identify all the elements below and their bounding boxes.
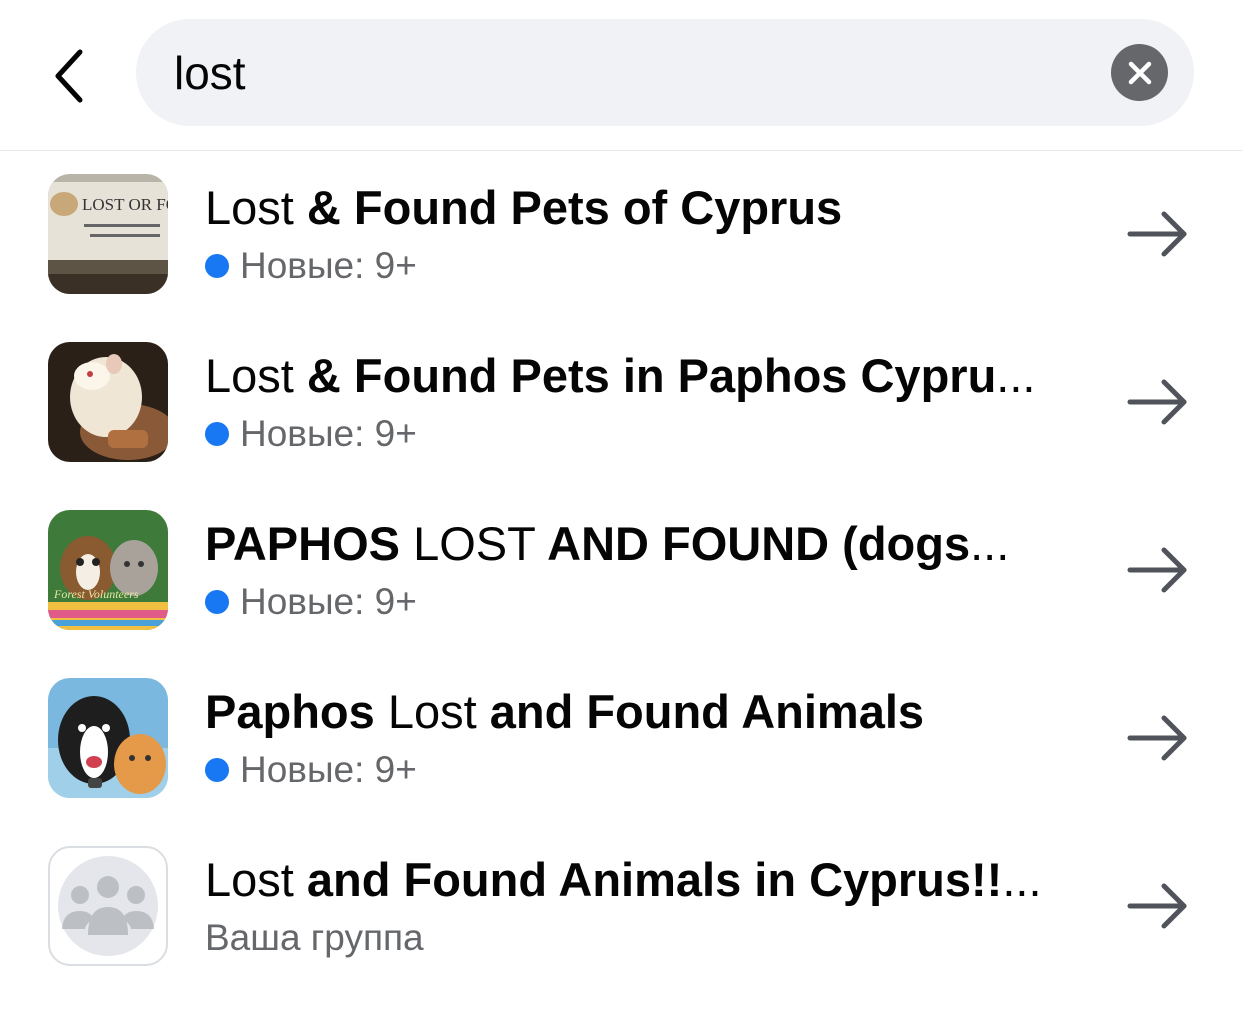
title-part: ... <box>1002 853 1042 906</box>
arrow-right-icon <box>1127 715 1187 761</box>
result-subtitle: Новые: 9+ <box>205 412 417 456</box>
open-group-button[interactable] <box>1123 206 1193 262</box>
result-row[interactable]: Forest Volunteers PAPHOS LOST AND FOUND … <box>0 487 1242 655</box>
close-icon <box>1128 61 1151 84</box>
title-part: Lost <box>205 181 294 234</box>
clear-search-button[interactable] <box>1111 44 1168 101</box>
open-group-button[interactable] <box>1123 374 1193 430</box>
result-row[interactable]: Lost & Found Pets in Paphos Cypru... Нов… <box>0 319 1242 487</box>
back-button[interactable] <box>40 36 100 116</box>
search-bar[interactable] <box>136 19 1194 126</box>
unread-dot <box>205 758 229 782</box>
result-row[interactable]: LOST OR FOUND Lost & Found Pets of Cypru… <box>0 151 1242 319</box>
new-posts-count: Новые: 9+ <box>240 749 417 790</box>
open-group-button[interactable] <box>1123 878 1193 934</box>
open-group-button[interactable] <box>1123 542 1193 598</box>
title-part: Lost <box>205 349 294 402</box>
result-row[interactable]: Paphos Lost and Found Animals Новые: 9+ <box>0 655 1242 823</box>
title-part: LOST <box>413 517 536 570</box>
result-subtitle: Новые: 9+ <box>205 244 417 288</box>
result-row[interactable]: Lost and Found Animals in Cyprus!!... Ва… <box>0 823 1242 991</box>
membership-label: Ваша группа <box>205 917 424 958</box>
result-subtitle: Ваша группа <box>205 916 424 960</box>
group-people-icon <box>62 876 154 935</box>
chevron-left-icon <box>55 49 83 103</box>
title-part: and Found Animals <box>476 685 925 738</box>
group-avatar <box>48 342 168 462</box>
result-title: Lost & Found Pets of Cyprus <box>205 179 1095 237</box>
search-results-list: LOST OR FOUND Lost & Found Pets of Cypru… <box>0 151 1242 991</box>
title-part: Paphos <box>205 685 388 738</box>
result-subtitle: Новые: 9+ <box>205 580 417 624</box>
result-title: PAPHOS LOST AND FOUND (dogs... <box>205 515 1095 573</box>
arrow-right-icon <box>1127 883 1187 929</box>
unread-dot <box>205 590 229 614</box>
group-avatar: LOST OR FOUND <box>48 174 168 294</box>
thumbnail-sign-text: LOST OR FOUND <box>82 195 168 214</box>
group-avatar-placeholder <box>48 846 168 966</box>
result-title: Paphos Lost and Found Animals <box>205 683 1095 741</box>
group-avatar <box>48 678 168 798</box>
unread-dot <box>205 422 229 446</box>
title-part: Lost <box>387 685 477 738</box>
title-part: & Found Pets of Cyprus <box>293 181 843 234</box>
unread-dot <box>205 254 229 278</box>
title-part: and Found Animals in Cyprus!! <box>293 853 1003 906</box>
arrow-right-icon <box>1127 379 1187 425</box>
avatar-circle <box>58 856 158 956</box>
title-part: & Found Pets in Paphos Cypru <box>293 349 997 402</box>
arrow-right-icon <box>1127 547 1187 593</box>
title-part: Lost <box>205 853 294 906</box>
svg-text:Forest Volunteers: Forest Volunteers <box>53 587 139 601</box>
result-subtitle: Новые: 9+ <box>205 748 417 792</box>
result-title: Lost & Found Pets in Paphos Cypru... <box>205 347 1095 405</box>
title-part: AND FOUND (dogs <box>535 517 971 570</box>
title-part: ... <box>996 349 1036 402</box>
result-title: Lost and Found Animals in Cyprus!!... <box>205 851 1095 909</box>
open-group-button[interactable] <box>1123 710 1193 766</box>
search-header <box>0 0 1242 151</box>
arrow-right-icon <box>1127 211 1187 257</box>
new-posts-count: Новые: 9+ <box>240 581 417 622</box>
new-posts-count: Новые: 9+ <box>240 245 417 286</box>
title-part: ... <box>970 517 1010 570</box>
new-posts-count: Новые: 9+ <box>240 413 417 454</box>
group-avatar: Forest Volunteers <box>48 510 168 630</box>
search-input[interactable] <box>174 39 1074 106</box>
title-part: PAPHOS <box>205 517 414 570</box>
